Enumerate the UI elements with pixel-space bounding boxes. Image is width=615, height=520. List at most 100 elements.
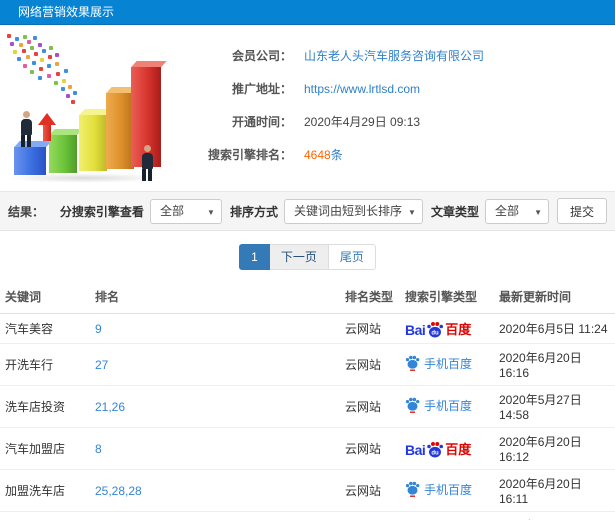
rank-cell[interactable]: 21,26 bbox=[90, 385, 340, 428]
table-row: 开洗车行 27 云网站 手机百度 2020年6月20日 16:16 bbox=[0, 343, 615, 386]
growth-chart-illustration bbox=[2, 29, 174, 189]
baidu-logo-cn: 百度 bbox=[445, 322, 472, 337]
result-label: 结果： bbox=[8, 204, 45, 219]
baidu-logo: Bai du 百度 bbox=[405, 319, 471, 338]
rank-type-cell: 云网站 bbox=[340, 343, 400, 386]
mobile-baidu-logo: 手机百度 bbox=[405, 397, 472, 414]
updated-cell: 2020年6月20日 16:12 bbox=[494, 511, 615, 520]
article-type-select[interactable]: 全部 ▼ bbox=[484, 198, 549, 224]
table-row: 洗车店投资 21,26 云网站 手机百度 2020年5月27日 14:58 bbox=[0, 385, 615, 428]
rank-type-cell: 云网站 bbox=[340, 427, 400, 470]
engine-cell: Bai du 百度 bbox=[400, 427, 494, 470]
engine-cell: Bai du 百度 bbox=[400, 313, 494, 344]
rank-type-cell: 云网站 bbox=[340, 385, 400, 428]
engine-cell: 手机百度 bbox=[400, 469, 494, 512]
rank-type-cell: 云网站 bbox=[340, 511, 400, 520]
engine-filter-label: 分搜索引擎查看 bbox=[59, 204, 144, 219]
rank-unit: 条 bbox=[330, 148, 343, 162]
table-header-row: 关键词 排名 排名类型 搜索引擎类型 最新更新时间 bbox=[0, 280, 615, 314]
results-table: 关键词 排名 排名类型 搜索引擎类型 最新更新时间 汽车美容 9 云网站 Bai… bbox=[0, 280, 615, 520]
up-arrow-icon bbox=[38, 113, 56, 141]
keyword-cell: 加盟洗车店 bbox=[0, 469, 90, 512]
page-title: 网络营销效果展示 bbox=[18, 5, 115, 19]
rank-type-cell: 云网站 bbox=[340, 313, 400, 344]
engine-cell: 手机百度 bbox=[400, 385, 494, 428]
company-info-list: 会员公司： 山东老人头汽车服务咨询有限公司 推广地址： https://www.… bbox=[174, 29, 609, 189]
rank-type-cell: 云网站 bbox=[340, 469, 400, 512]
mobile-baidu-paw-icon bbox=[405, 481, 420, 498]
open-time-row: 开通时间： 2020年4月29日 09:13 bbox=[174, 105, 609, 138]
bar-orange bbox=[106, 93, 134, 169]
bar-yellow bbox=[79, 115, 107, 171]
member-company-label: 会员公司： bbox=[231, 49, 292, 63]
open-time-value: 2020年4月29日 09:13 bbox=[304, 115, 421, 129]
table-row: 汽车加盟店 8 云网站 Bai du 百度 2020年6月20日 16:12 bbox=[0, 427, 615, 470]
updated-cell: 2020年6月20日 16:16 bbox=[494, 343, 615, 386]
engine-rank-value: 4648条 bbox=[304, 146, 343, 163]
rank-cell[interactable]: 8 bbox=[90, 427, 340, 470]
baidu-logo: Bai du 百度 bbox=[405, 439, 471, 458]
chevron-down-icon: ▼ bbox=[408, 207, 416, 217]
keyword-cell: 洗车店投资 bbox=[0, 385, 90, 428]
mobile-baidu-label: 手机百度 bbox=[424, 356, 473, 371]
updated-cell: 2020年6月5日 11:24 bbox=[494, 313, 615, 344]
article-type-value: 全部 bbox=[494, 203, 519, 218]
baidu-paw-icon: du bbox=[427, 442, 444, 458]
rank-count: 4648 bbox=[304, 148, 331, 162]
col-rank-type: 排名类型 bbox=[340, 280, 400, 314]
table-row: 加盟洗车店 25,28,28 云网站 手机百度 2020年6月20日 16:11 bbox=[0, 469, 615, 512]
engine-cell: 手机百度 bbox=[400, 511, 494, 520]
table-row: 洗车赚钱吗 30 云网站 手机百度 2020年6月20日 16:12 bbox=[0, 511, 615, 520]
baidu-logo-bai: Bai bbox=[405, 442, 426, 458]
table-row: 汽车美容 9 云网站 Bai du 百度 2020年6月5日 11:24 bbox=[0, 313, 615, 344]
mobile-baidu-label: 手机百度 bbox=[424, 398, 473, 413]
businessman-figure-left bbox=[19, 111, 33, 147]
submit-button[interactable]: 提交 bbox=[556, 198, 607, 224]
promo-url-row: 推广地址： https://www.lrtlsd.com bbox=[174, 72, 609, 105]
open-time-label: 开通时间： bbox=[231, 115, 292, 129]
rank-cell[interactable]: 27 bbox=[90, 343, 340, 386]
mobile-baidu-logo: 手机百度 bbox=[405, 481, 472, 498]
businessman-figure-right bbox=[140, 145, 154, 181]
baidu-paw-icon: du bbox=[427, 322, 444, 338]
next-page-button[interactable]: 下一页 bbox=[269, 244, 329, 270]
engine-cell: 手机百度 bbox=[400, 343, 494, 386]
mobile-baidu-paw-icon bbox=[405, 355, 420, 372]
rank-cell[interactable]: 25,28,28 bbox=[90, 469, 340, 512]
baidu-logo-bai: Bai bbox=[405, 322, 426, 338]
promo-url-link[interactable]: https://www.lrtlsd.com bbox=[304, 82, 420, 96]
rank-cell[interactable]: 9 bbox=[90, 313, 340, 344]
engine-filter-value: 全部 bbox=[159, 203, 184, 218]
keyword-cell: 汽车加盟店 bbox=[0, 427, 90, 470]
updated-cell: 2020年6月20日 16:11 bbox=[494, 469, 615, 512]
keyword-cell: 洗车赚钱吗 bbox=[0, 511, 90, 520]
updated-cell: 2020年6月20日 16:12 bbox=[494, 427, 615, 470]
promo-url-label: 推广地址： bbox=[231, 82, 292, 96]
engine-rank-label: 搜索引擎排名： bbox=[207, 148, 292, 162]
bar-blue bbox=[14, 147, 46, 175]
sort-filter-value: 关键词由短到长排序 bbox=[293, 203, 402, 218]
member-company-row: 会员公司： 山东老人头汽车服务咨询有限公司 bbox=[174, 39, 609, 72]
chevron-down-icon: ▼ bbox=[534, 207, 542, 217]
last-page-button[interactable]: 尾页 bbox=[328, 244, 376, 270]
page-1-button[interactable]: 1 bbox=[239, 244, 270, 270]
engine-rank-row: 搜索引擎排名： 4648条 bbox=[174, 138, 609, 171]
col-keyword: 关键词 bbox=[0, 280, 90, 314]
keyword-cell: 开洗车行 bbox=[0, 343, 90, 386]
baidu-logo-du: du bbox=[432, 330, 440, 336]
mobile-baidu-paw-icon bbox=[405, 397, 420, 414]
filter-bar: 结果： 分搜索引擎查看 全部 ▼ 排序方式 关键词由短到长排序 ▼ 文章类型 全… bbox=[0, 191, 615, 231]
chevron-down-icon: ▼ bbox=[207, 207, 215, 217]
member-company-link[interactable]: 山东老人头汽车服务咨询有限公司 bbox=[304, 47, 484, 64]
updated-cell: 2020年5月27日 14:58 bbox=[494, 385, 615, 428]
app-header: 网络营销效果展示 bbox=[0, 0, 615, 25]
rank-cell[interactable]: 30 bbox=[90, 511, 340, 520]
baidu-logo-cn: 百度 bbox=[445, 442, 472, 457]
company-info-section: 会员公司： 山东老人头汽车服务咨询有限公司 推广地址： https://www.… bbox=[0, 25, 615, 191]
sort-filter-select[interactable]: 关键词由短到长排序 ▼ bbox=[283, 198, 423, 224]
engine-filter-select[interactable]: 全部 ▼ bbox=[149, 198, 222, 224]
keyword-cell: 汽车美容 bbox=[0, 313, 90, 344]
baidu-logo-du: du bbox=[432, 450, 440, 456]
article-type-label: 文章类型 bbox=[430, 204, 479, 219]
sort-filter-label: 排序方式 bbox=[229, 204, 278, 219]
